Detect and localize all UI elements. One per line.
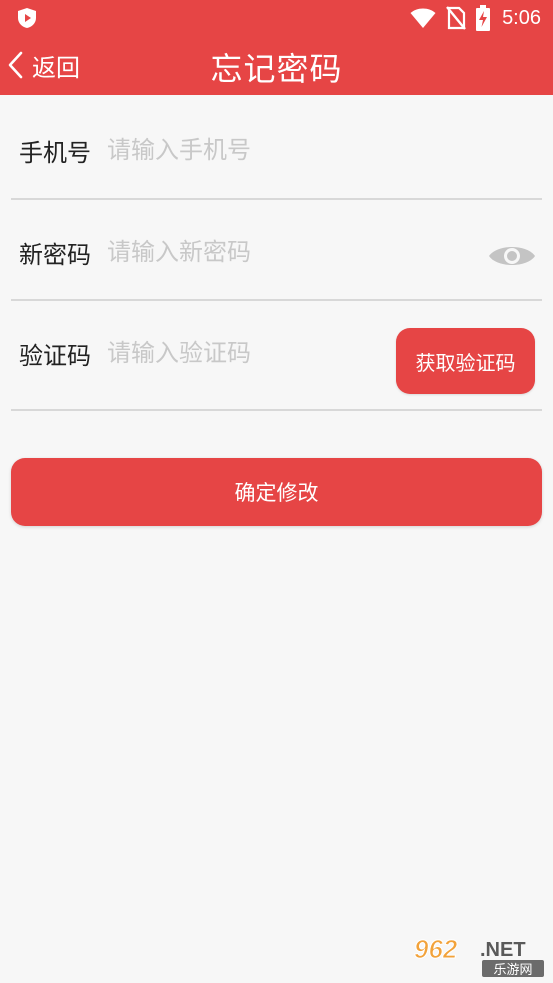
password-label: 新密码 (19, 241, 91, 269)
battery-charging-icon (476, 5, 491, 31)
svg-text:乐游网: 乐游网 (493, 963, 532, 978)
password-row: 新密码 (11, 198, 542, 301)
page-title: 忘记密码 (210, 50, 343, 88)
get-code-button[interactable]: 获取验证码 (396, 328, 535, 394)
status-icons: 5:06 (410, 4, 541, 32)
status-bar: 5:06 (0, 0, 553, 36)
header: 5:06 返回 忘记密码 (0, 0, 553, 95)
password-input[interactable] (107, 232, 387, 272)
phone-input[interactable] (107, 130, 387, 170)
confirm-button[interactable]: 确定修改 (11, 458, 542, 526)
app-bar: 返回 忘记密码 (0, 36, 553, 95)
phone-row: 手机号 (11, 95, 542, 200)
eye-icon[interactable] (487, 241, 537, 271)
svg-text:.NET: .NET (480, 939, 526, 961)
no-sim-icon (446, 6, 466, 30)
status-time: 5:06 (502, 6, 541, 29)
code-input[interactable] (107, 333, 377, 373)
site-watermark-logo: 962 .NET 乐游网 (414, 934, 544, 978)
phone-label: 手机号 (19, 139, 91, 167)
code-label: 验证码 (19, 342, 91, 370)
wifi-icon (410, 8, 436, 28)
shield-play-icon (18, 8, 36, 28)
svg-text:962: 962 (414, 934, 458, 964)
forgot-password-screen: 5:06 返回 忘记密码 手机号 新密码 验证码 获 (0, 0, 553, 983)
